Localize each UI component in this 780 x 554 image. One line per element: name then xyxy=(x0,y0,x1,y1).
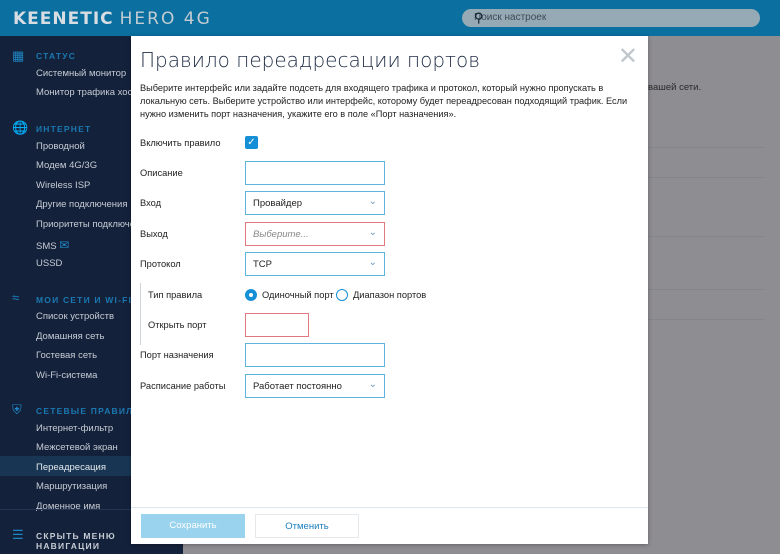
chevron-down-icon: ⌄ xyxy=(368,257,377,268)
dialog-title: Правило переадресации портов xyxy=(140,48,480,72)
sidebar-item-devices[interactable]: Список устройств xyxy=(36,311,114,322)
search-icon[interactable]: ⚲ xyxy=(474,10,752,26)
sidebar-section-rules: СЕТЕВЫЕ ПРАВИЛА xyxy=(36,406,141,416)
dialog-description: Выберите интерфейс или задайте подсеть д… xyxy=(140,83,628,119)
single-port-radio[interactable] xyxy=(245,289,257,301)
sidebar-item-firewall[interactable]: Межсетевой экран xyxy=(36,442,118,453)
open-port-input[interactable] xyxy=(245,313,309,337)
sidebar-item-forwarding[interactable]: Переадресация xyxy=(36,462,106,473)
envelope-icon: ✉ xyxy=(59,238,70,252)
background-text: вашей сети. xyxy=(648,82,702,93)
enable-checkbox[interactable]: ✓ xyxy=(245,136,258,149)
search-input[interactable]: Поиск настроек ⚲ xyxy=(462,9,760,27)
sidebar-item-guest-network[interactable]: Гостевая сеть xyxy=(36,350,97,361)
sidebar-item-system-monitor[interactable]: Системный монитор xyxy=(36,68,126,79)
cancel-button[interactable]: Отменить xyxy=(255,514,359,538)
sidebar-item-internet-filter[interactable]: Интернет-фильтр xyxy=(36,423,113,434)
input-label: Вход xyxy=(140,198,162,208)
description-label: Описание xyxy=(140,168,183,178)
dashboard-icon: ▦ xyxy=(12,48,25,63)
sidebar-item-home-network[interactable]: Домашняя сеть xyxy=(36,331,104,342)
save-button[interactable]: Сохранить xyxy=(141,514,245,538)
hamburger-icon[interactable]: ☰ xyxy=(12,527,24,543)
output-select[interactable]: Выберите... ⌄ xyxy=(245,222,385,246)
globe-icon: 🌐 xyxy=(12,120,29,135)
rule-type-label: Тип правила xyxy=(148,290,203,300)
wifi-icon: ≈ xyxy=(12,290,20,305)
sidebar-item-domain-name[interactable]: Доменное имя xyxy=(36,501,100,512)
sidebar-item-wired[interactable]: Проводной xyxy=(36,141,85,152)
input-select[interactable]: Провайдер ⌄ xyxy=(245,191,385,215)
group-indicator xyxy=(140,283,141,345)
output-label: Выход xyxy=(140,229,168,239)
description-input[interactable] xyxy=(245,161,385,185)
sidebar-item-wifi-system[interactable]: Wi-Fi-система xyxy=(36,370,97,381)
sidebar-item-wisp[interactable]: Wireless ISP xyxy=(36,180,90,191)
chevron-down-icon: ⌄ xyxy=(368,379,377,390)
close-icon[interactable]: ✕ xyxy=(618,42,638,71)
port-range-radio[interactable] xyxy=(336,289,348,301)
sidebar-section-networks: МОИ СЕТИ И WI-FI xyxy=(36,295,133,305)
protocol-select[interactable]: TCP ⌄ xyxy=(245,252,385,276)
protocol-label: Протокол xyxy=(140,259,181,269)
single-port-label[interactable]: Одиночный порт xyxy=(262,290,334,300)
schedule-select[interactable]: Работает постоянно ⌄ xyxy=(245,374,385,398)
sidebar-item-other-connections[interactable]: Другие подключения xyxy=(36,199,127,210)
top-header: KEENETIC HERO 4G Поиск настроек ⚲ xyxy=(0,0,780,36)
sidebar-item-ussd[interactable]: USSD xyxy=(36,258,62,269)
footer-divider xyxy=(131,507,648,508)
chevron-down-icon: ⌄ xyxy=(368,196,377,207)
sidebar-section-internet: ИНТЕРНЕТ xyxy=(36,124,92,134)
chevron-down-icon: ⌄ xyxy=(368,227,377,238)
sidebar-section-status: СТАТУС xyxy=(36,51,77,61)
dest-port-label: Порт назначения xyxy=(140,350,214,360)
sidebar-item-sms[interactable]: SMS ✉ xyxy=(36,238,69,252)
sidebar-item-routing[interactable]: Маршрутизация xyxy=(36,481,107,492)
port-forwarding-dialog: Правило переадресации портов ✕ Выберите … xyxy=(131,36,648,544)
enable-label: Включить правило xyxy=(140,138,221,148)
port-range-label[interactable]: Диапазон портов xyxy=(353,290,426,300)
schedule-label: Расписание работы xyxy=(140,381,226,391)
dest-port-input[interactable] xyxy=(245,343,385,367)
open-port-label: Открыть порт xyxy=(148,320,207,330)
keenetic-logo[interactable]: KEENETIC HERO 4G xyxy=(13,9,212,29)
shield-icon: ⛨ xyxy=(12,402,22,417)
sidebar-item-modem[interactable]: Модем 4G/3G xyxy=(36,160,97,171)
